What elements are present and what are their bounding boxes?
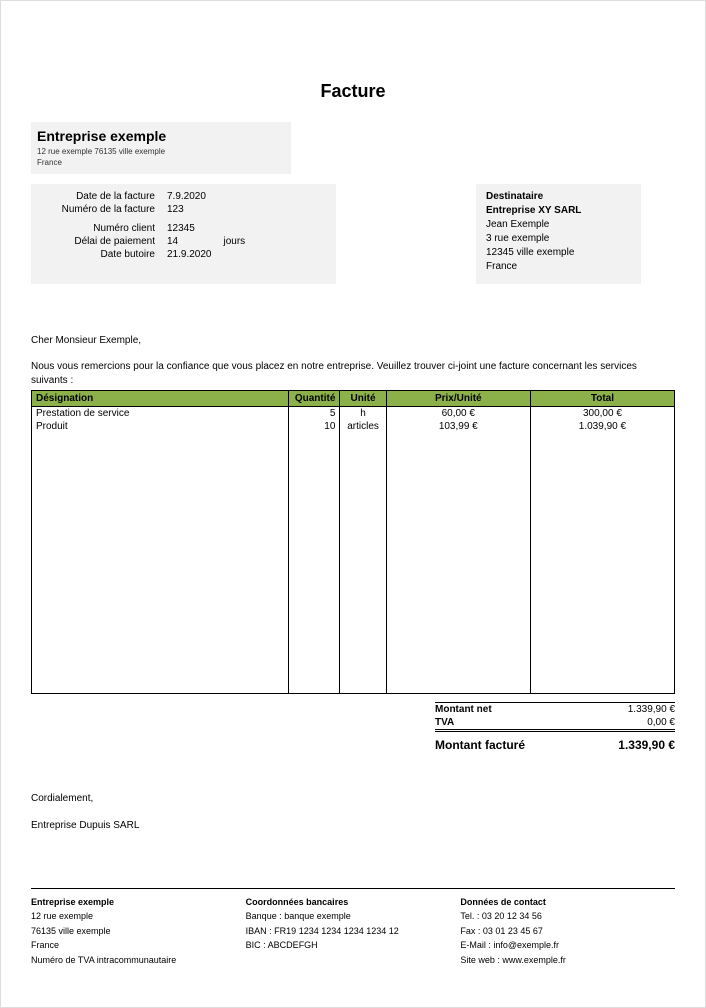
- intro-text: Nous vous remercions pour la confiance q…: [31, 360, 675, 388]
- cell-total: 1.039,90 €: [530, 420, 674, 433]
- recipient-heading: Destinataire: [486, 190, 631, 204]
- closing: Cordialement, Entreprise Dupuis SARL: [31, 793, 675, 831]
- net-label: Montant net: [435, 704, 555, 715]
- footer-company-heading: Entreprise exemple: [31, 895, 246, 909]
- sender-name: Entreprise exemple: [37, 128, 285, 144]
- sender-address: 12 rue exemple 76135 ville exemple Franc…: [37, 146, 285, 168]
- sender-addr-line2: France: [37, 157, 285, 168]
- cell-desig: Produit: [32, 420, 289, 433]
- footer-contact-l1: Tel. : 03 20 12 34 56: [460, 909, 675, 923]
- invoice-meta: Date de la facture 7.9.2020 Numéro de la…: [31, 184, 336, 284]
- cell-desig: Prestation de service: [32, 407, 289, 421]
- totals-tva-row: TVA 0,00 €: [435, 716, 675, 730]
- footer-col-contact: Données de contact Tel. : 03 20 12 34 56…: [460, 895, 675, 967]
- cell-total: 300,00 €: [530, 407, 674, 421]
- table-row: Prestation de service 5 h 60,00 € 300,00…: [32, 407, 675, 421]
- meta-client-value: 12345: [161, 222, 218, 235]
- recipient-street: 3 rue exemple: [486, 232, 631, 246]
- recipient-name: Jean Exemple: [486, 218, 631, 232]
- footer-bank-l1: Banque : banque exemple: [246, 909, 461, 923]
- col-price-unit: Prix/Unité: [386, 391, 530, 407]
- footer-company-l1: 12 rue exemple: [31, 909, 246, 923]
- signature: Entreprise Dupuis SARL: [31, 820, 675, 831]
- meta-due-value: 21.9.2020: [161, 248, 218, 261]
- grand-label: Montant facturé: [435, 738, 555, 752]
- cell-qty: 10: [289, 420, 340, 433]
- cell-unit: h: [340, 407, 386, 421]
- meta-date-label: Date de la facture: [41, 190, 161, 203]
- cell-pu: 103,99 €: [386, 420, 530, 433]
- sender-block: Entreprise exemple 12 rue exemple 76135 …: [31, 122, 291, 174]
- footer-col-company: Entreprise exemple 12 rue exemple 76135 …: [31, 895, 246, 967]
- tva-label: TVA: [435, 717, 555, 728]
- footer-company-l3: France: [31, 938, 246, 952]
- body-text: Cher Monsieur Exemple, Nous vous remerci…: [31, 334, 675, 388]
- cell-unit: articles: [340, 420, 386, 433]
- recipient-city: 12345 ville exemple: [486, 246, 631, 260]
- recipient-country: France: [486, 260, 631, 274]
- meta-payterm-unit: jours: [218, 235, 252, 248]
- col-designation: Désignation: [32, 391, 289, 407]
- footer-contact-l3: E-Mail : info@exemple.fr: [460, 938, 675, 952]
- info-row: Date de la facture 7.9.2020 Numéro de la…: [31, 184, 675, 284]
- footer-company-l4: Numéro de TVA intracommunautaire: [31, 953, 246, 967]
- footer-contact-heading: Données de contact: [460, 895, 675, 909]
- meta-payterm-value: 14: [161, 235, 218, 248]
- closing-text: Cordialement,: [31, 793, 675, 804]
- meta-payterm-label: Délai de paiement: [41, 235, 161, 248]
- meta-number-label: Numéro de la facture: [41, 203, 161, 216]
- col-total: Total: [530, 391, 674, 407]
- footer-contact-l2: Fax : 03 01 23 45 67: [460, 924, 675, 938]
- invoice-page: Facture Entreprise exemple 12 rue exempl…: [0, 0, 706, 1008]
- footer-contact-l4: Site web : www.exemple.fr: [460, 953, 675, 967]
- table-filler: [32, 433, 675, 693]
- footer: Entreprise exemple 12 rue exemple 76135 …: [31, 888, 675, 967]
- cell-pu: 60,00 €: [386, 407, 530, 421]
- footer-col-bank: Coordonnées bancaires Banque : banque ex…: [246, 895, 461, 967]
- cell-qty: 5: [289, 407, 340, 421]
- document-title: Facture: [31, 81, 675, 102]
- tva-value: 0,00 €: [647, 717, 675, 728]
- col-quantity: Quantité: [289, 391, 340, 407]
- totals-net-row: Montant net 1.339,90 €: [435, 702, 675, 716]
- recipient-block: Destinataire Entreprise XY SARL Jean Exe…: [476, 184, 641, 284]
- footer-bank-heading: Coordonnées bancaires: [246, 895, 461, 909]
- items-table: Désignation Quantité Unité Prix/Unité To…: [31, 390, 675, 694]
- meta-date-value: 7.9.2020: [161, 190, 218, 203]
- recipient-company: Entreprise XY SARL: [486, 204, 631, 218]
- grand-value: 1.339,90 €: [618, 738, 675, 752]
- col-unit: Unité: [340, 391, 386, 407]
- totals-grand-row: Montant facturé 1.339,90 €: [435, 731, 675, 753]
- meta-due-label: Date butoire: [41, 248, 161, 261]
- totals-block: Montant net 1.339,90 € TVA 0,00 € Montan…: [435, 702, 675, 753]
- net-value: 1.339,90 €: [628, 704, 675, 715]
- footer-bank-l2: IBAN : FR19 1234 1234 1234 1234 12: [246, 924, 461, 938]
- table-row: Produit 10 articles 103,99 € 1.039,90 €: [32, 420, 675, 433]
- meta-client-label: Numéro client: [41, 222, 161, 235]
- meta-number-value: 123: [161, 203, 218, 216]
- sender-addr-line1: 12 rue exemple 76135 ville exemple: [37, 146, 285, 157]
- footer-bank-l3: BIC : ABCDEFGH: [246, 938, 461, 952]
- items-body: Prestation de service 5 h 60,00 € 300,00…: [32, 407, 675, 694]
- salutation: Cher Monsieur Exemple,: [31, 334, 675, 348]
- footer-company-l2: 76135 ville exemple: [31, 924, 246, 938]
